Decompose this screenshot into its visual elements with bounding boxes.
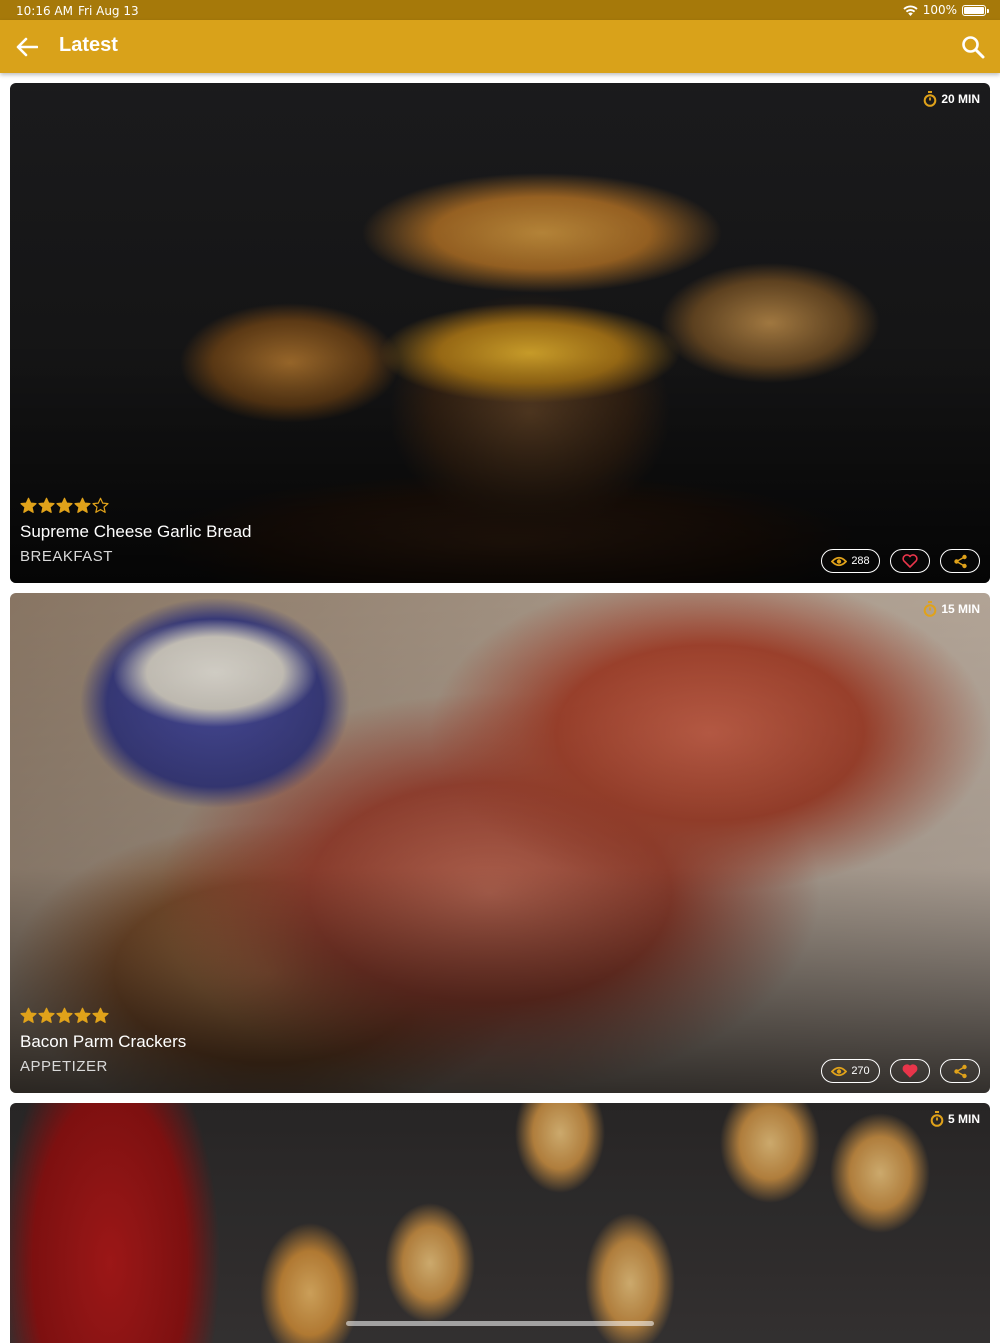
recipe-card[interactable]: 5 MIN xyxy=(10,1103,990,1343)
battery-icon xyxy=(962,4,989,16)
wifi-icon xyxy=(903,4,918,16)
timer-icon xyxy=(924,601,937,617)
share-button[interactable] xyxy=(940,1059,980,1083)
star-filled-icon xyxy=(20,497,37,513)
timer-icon xyxy=(924,91,937,107)
star-filled-icon xyxy=(74,1007,91,1023)
star-filled-icon xyxy=(56,497,73,513)
recipe-title: Supreme Cheese Garlic Bread xyxy=(20,522,252,541)
star-filled-icon xyxy=(38,497,55,513)
cook-time: 15 MIN xyxy=(941,602,980,616)
cook-time: 5 MIN xyxy=(947,1112,980,1126)
share-icon xyxy=(953,1064,967,1078)
card-actions: 288 xyxy=(821,549,980,573)
status-time: 10:16 AM xyxy=(16,4,73,18)
views-count: 270 xyxy=(851,1065,870,1077)
cook-time-badge: 15 MIN xyxy=(923,601,980,617)
status-bar: 10:16 AM Fri Aug 13 100% xyxy=(0,0,1000,20)
views-button[interactable]: 270 xyxy=(821,1059,880,1083)
star-filled-icon xyxy=(74,497,91,513)
share-button[interactable] xyxy=(940,549,980,573)
status-date: Fri Aug 13 xyxy=(78,4,139,18)
page-title: Latest xyxy=(59,34,118,56)
recipe-category: APPETIZER xyxy=(20,1058,108,1075)
search-button[interactable] xyxy=(958,32,988,62)
heart-outline-icon xyxy=(902,554,918,568)
views-count: 288 xyxy=(851,555,870,567)
search-icon xyxy=(962,36,985,59)
favorite-button[interactable] xyxy=(890,1059,930,1083)
star-filled-icon xyxy=(20,1007,37,1023)
recipe-card[interactable]: 15 MIN Bacon Parm Crackers APPETIZER 270 xyxy=(10,593,990,1093)
star-filled-icon xyxy=(92,1007,109,1023)
star-filled-icon xyxy=(56,1007,73,1023)
cook-time-badge: 20 MIN xyxy=(923,91,980,107)
battery-percent: 100% xyxy=(922,3,957,17)
recipe-card[interactable]: 20 MIN Supreme Cheese Garlic Bread BREAK… xyxy=(10,83,990,583)
recipe-title: Bacon Parm Crackers xyxy=(20,1032,187,1051)
card-actions: 270 xyxy=(821,1059,980,1083)
star-outline-icon xyxy=(92,497,109,513)
cook-time: 20 MIN xyxy=(941,92,980,106)
views-button[interactable]: 288 xyxy=(821,549,880,573)
eye-icon xyxy=(831,556,848,566)
star-filled-icon xyxy=(38,1007,55,1023)
home-indicator xyxy=(346,1321,654,1326)
cook-time-badge: 5 MIN xyxy=(930,1111,980,1127)
status-right: 100% xyxy=(903,3,989,17)
timer-icon xyxy=(930,1111,944,1127)
back-button[interactable] xyxy=(12,32,42,62)
favorite-button[interactable] xyxy=(890,549,930,573)
share-icon xyxy=(953,554,967,568)
arrow-left-icon xyxy=(16,37,38,57)
rating-stars xyxy=(20,497,109,514)
heart-filled-icon xyxy=(902,1064,918,1078)
rating-stars xyxy=(20,1007,109,1024)
recipe-category: BREAKFAST xyxy=(20,548,113,565)
eye-icon xyxy=(831,1066,848,1076)
app-bar: Latest xyxy=(0,20,1000,73)
